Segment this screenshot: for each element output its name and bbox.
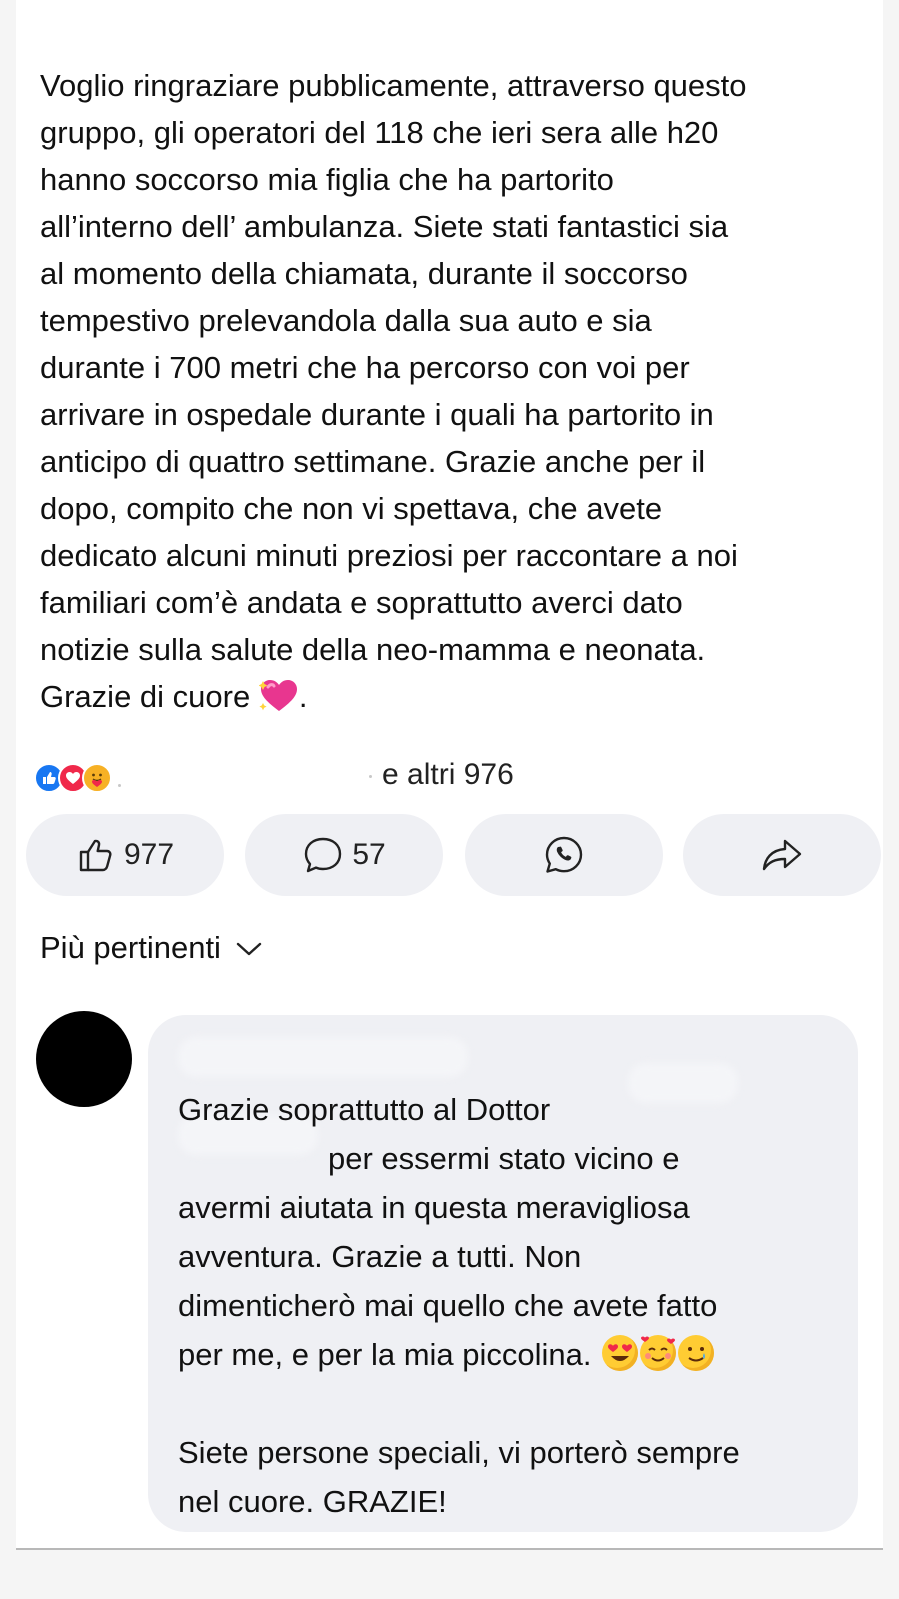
comment-count: 57	[352, 838, 386, 871]
redacted-name-dot	[118, 783, 121, 787]
share-arrow-icon	[760, 835, 804, 875]
share-button[interactable]	[683, 814, 881, 896]
comment-bubble-icon	[302, 835, 344, 875]
comment-line: Grazie soprattutto al Dottor	[178, 1092, 551, 1127]
comment-line: dimenticherò mai quello che avete fatto	[178, 1288, 718, 1323]
comment-line: avventura. Grazie a tutti. Non	[178, 1239, 582, 1274]
sparkling-heart-icon	[258, 679, 299, 726]
comment-emoji-line: per me, e per la mia piccolina.	[178, 1330, 858, 1379]
post-line: al momento della chiamata, durante il so…	[40, 256, 688, 291]
smiling-face-with-hearts-emoji-icon	[640, 1335, 677, 1371]
comment-line: Siete persone speciali, vi porterò sempr…	[178, 1435, 740, 1470]
care-reaction-icon	[82, 763, 112, 793]
whatsapp-share-button[interactable]	[465, 814, 663, 896]
heart-eyes-emoji-icon	[602, 1335, 639, 1371]
reaction-others-label[interactable]: e altri 976	[369, 758, 514, 792]
reaction-summary[interactable]	[34, 761, 121, 795]
post-line: arrivare in ospedale durante i quali ha …	[40, 397, 714, 432]
post-line: tempestivo prelevandola dalla sua auto e…	[40, 303, 652, 338]
comment-line: per essermi stato vicino e	[328, 1141, 680, 1176]
post-line-suffix: .	[298, 679, 308, 714]
comment-line: avermi aiutata in questa meravigliosa	[178, 1190, 690, 1225]
post-line: hanno soccorso mia figlia che ha partori…	[40, 162, 614, 197]
post-line: familiari com’è andata e soprattutto ave…	[40, 585, 683, 620]
divider	[16, 1548, 883, 1550]
post-line: all’interno dell’ ambulanza. Siete stati…	[40, 209, 729, 244]
whatsapp-icon	[543, 834, 585, 876]
post-line: anticipo di quattro settimane. Grazie an…	[40, 444, 706, 479]
thumbs-up-icon	[76, 835, 116, 875]
others-count-text: e altri 976	[382, 758, 514, 791]
post-last-line: Grazie di cuore .	[40, 673, 870, 726]
post-body: Voglio ringraziare pubblicamente, attrav…	[40, 62, 870, 726]
post-line: gruppo, gli operatori del 118 che ieri s…	[40, 115, 719, 150]
comment-line: nel cuore. GRAZIE!	[178, 1484, 447, 1519]
redacted-name	[178, 1037, 468, 1077]
comment-button[interactable]: 57	[245, 814, 443, 896]
comment-sort-dropdown[interactable]: Più pertinenti	[40, 930, 263, 966]
post-line: notizie sulla salute della neo-mamma e n…	[40, 632, 706, 667]
post-line: dopo, compito che non vi spettava, che a…	[40, 491, 663, 526]
smiling-face-with-tear-emoji-icon	[678, 1335, 715, 1371]
avatar[interactable]	[36, 1011, 132, 1107]
chevron-down-icon	[221, 930, 263, 966]
like-button[interactable]: 977	[26, 814, 224, 896]
comment-line: per me, e per la mia piccolina.	[178, 1337, 592, 1372]
post-line: durante i 700 metri che ha percorso con …	[40, 350, 690, 385]
post-line: Voglio ringraziare pubblicamente, attrav…	[40, 68, 747, 103]
sort-label: Più pertinenti	[40, 930, 221, 965]
separator-dot	[369, 774, 372, 778]
post-line: Grazie di cuore	[40, 679, 251, 714]
post-line: dedicato alcuni minuti preziosi per racc…	[40, 538, 738, 573]
like-count: 977	[123, 838, 175, 871]
comment-body: Grazie soprattutto al Dottor per essermi…	[178, 1085, 858, 1526]
